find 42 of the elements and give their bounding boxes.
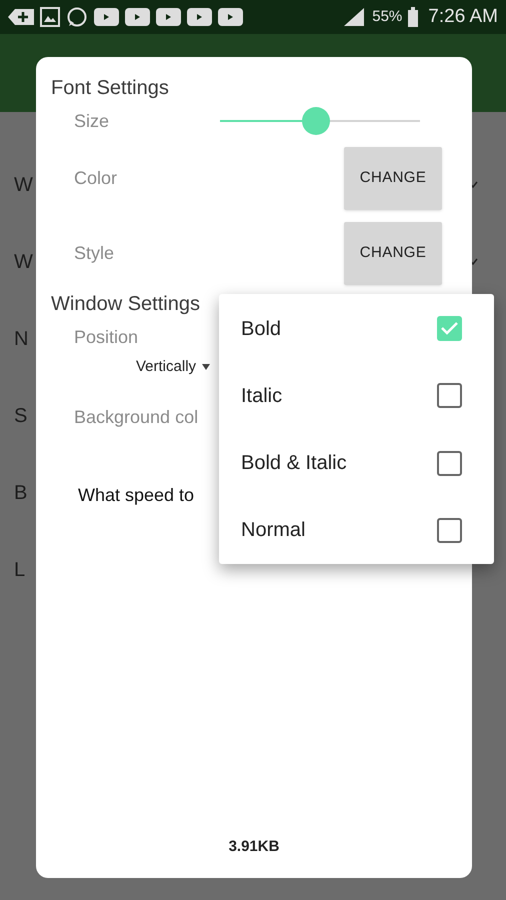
battery-percent: 55% — [372, 6, 402, 27]
menu-item[interactable]: Bold — [219, 295, 494, 362]
battery-icon — [408, 7, 418, 27]
clock: 7:26 AM — [428, 4, 498, 29]
list-item-text: W — [14, 172, 33, 198]
image-icon — [40, 7, 60, 27]
file-size: 3.91KB — [228, 836, 280, 856]
play-icon — [187, 8, 212, 26]
list-item-text: B — [14, 480, 28, 506]
checkbox[interactable] — [437, 316, 462, 342]
change-button[interactable]: CHANGE — [344, 147, 442, 210]
change-button[interactable]: CHANGE — [344, 222, 442, 285]
signal-icon — [344, 8, 366, 26]
row-label: Size — [74, 110, 110, 132]
add-icon — [8, 7, 34, 27]
size-slider[interactable] — [220, 106, 420, 136]
checkbox[interactable] — [437, 383, 462, 408]
slider-thumb[interactable] — [302, 107, 330, 135]
play-icon — [94, 8, 119, 26]
section-title: Window Settings — [50, 292, 201, 317]
checkbox[interactable] — [437, 450, 462, 476]
list-item-text: W — [14, 250, 33, 274]
check-icon — [441, 322, 458, 336]
section-title: Font Settings — [50, 76, 170, 101]
play-icon — [125, 8, 150, 26]
question-text: What speed to — [78, 484, 194, 507]
chat-icon — [66, 6, 88, 28]
list-item-text: S — [14, 404, 28, 428]
list-item-text: L — [14, 558, 26, 582]
list-item-text: N — [14, 326, 28, 352]
row-label: Background col — [74, 406, 198, 429]
menu-item[interactable]: Italic — [219, 362, 494, 430]
play-icon — [156, 8, 181, 26]
row-label: Style — [74, 242, 114, 265]
menu-item[interactable]: Normal — [219, 496, 494, 564]
caret-icon — [202, 364, 210, 370]
row-label: Color — [74, 167, 118, 190]
play-icon — [218, 8, 243, 26]
checkbox[interactable] — [437, 518, 462, 543]
row-label: Position — [74, 326, 138, 348]
menu-item[interactable]: Bold & Italic — [219, 430, 494, 497]
dropdown-value[interactable]: Vertically — [136, 356, 196, 378]
